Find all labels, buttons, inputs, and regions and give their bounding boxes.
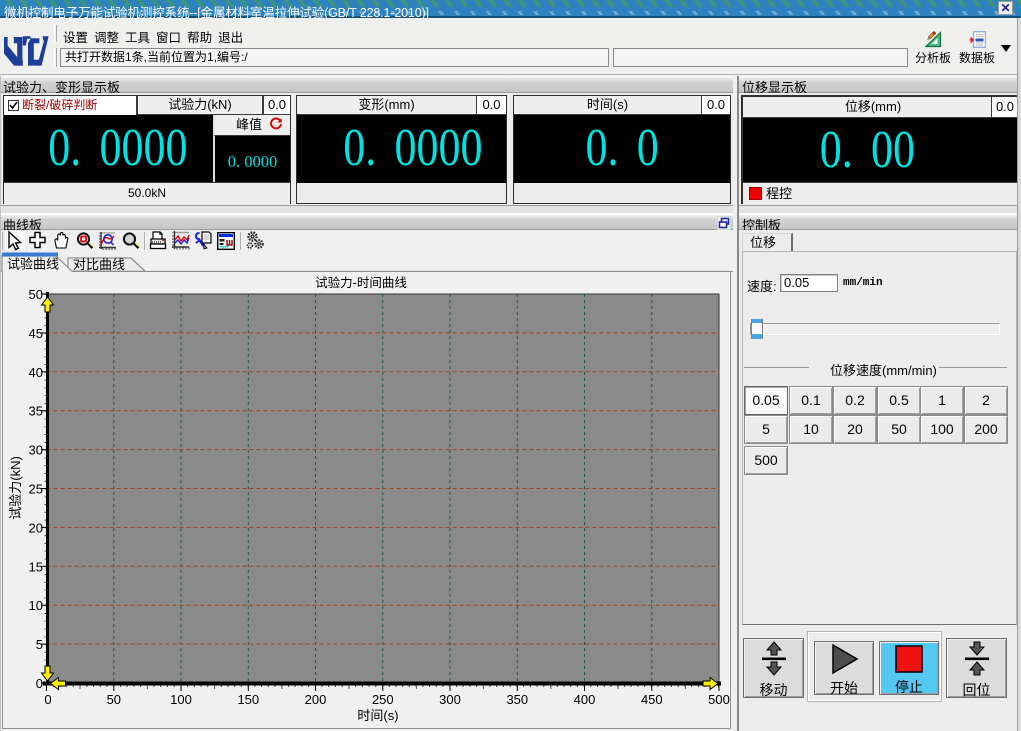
svg-text:100: 100 bbox=[170, 692, 192, 707]
svg-text:0: 0 bbox=[44, 692, 51, 707]
svg-text:试验力-时间曲线: 试验力-时间曲线 bbox=[315, 275, 407, 290]
svg-text:10: 10 bbox=[29, 598, 43, 613]
svg-text:20: 20 bbox=[29, 520, 43, 535]
svg-text:400: 400 bbox=[574, 692, 596, 707]
svg-text:200: 200 bbox=[305, 692, 327, 707]
svg-text:5: 5 bbox=[36, 637, 43, 652]
svg-text:25: 25 bbox=[29, 482, 43, 497]
svg-text:45: 45 bbox=[29, 326, 43, 341]
svg-text:150: 150 bbox=[237, 692, 259, 707]
svg-text:0: 0 bbox=[36, 676, 43, 691]
svg-text:450: 450 bbox=[641, 692, 663, 707]
svg-text:500: 500 bbox=[708, 692, 730, 707]
svg-text:试验力(kN): 试验力(kN) bbox=[8, 456, 23, 520]
svg-text:50: 50 bbox=[107, 692, 121, 707]
svg-text:35: 35 bbox=[29, 404, 43, 419]
svg-text:50: 50 bbox=[29, 287, 43, 302]
svg-text:对比曲线: 对比曲线 bbox=[73, 257, 125, 272]
svg-text:300: 300 bbox=[439, 692, 461, 707]
svg-text:30: 30 bbox=[29, 443, 43, 458]
svg-text:时间(s): 时间(s) bbox=[357, 708, 398, 723]
svg-text:试验曲线: 试验曲线 bbox=[7, 257, 59, 272]
svg-text:250: 250 bbox=[372, 692, 394, 707]
svg-text:15: 15 bbox=[29, 559, 43, 574]
svg-text:40: 40 bbox=[29, 365, 43, 380]
svg-text:350: 350 bbox=[506, 692, 528, 707]
